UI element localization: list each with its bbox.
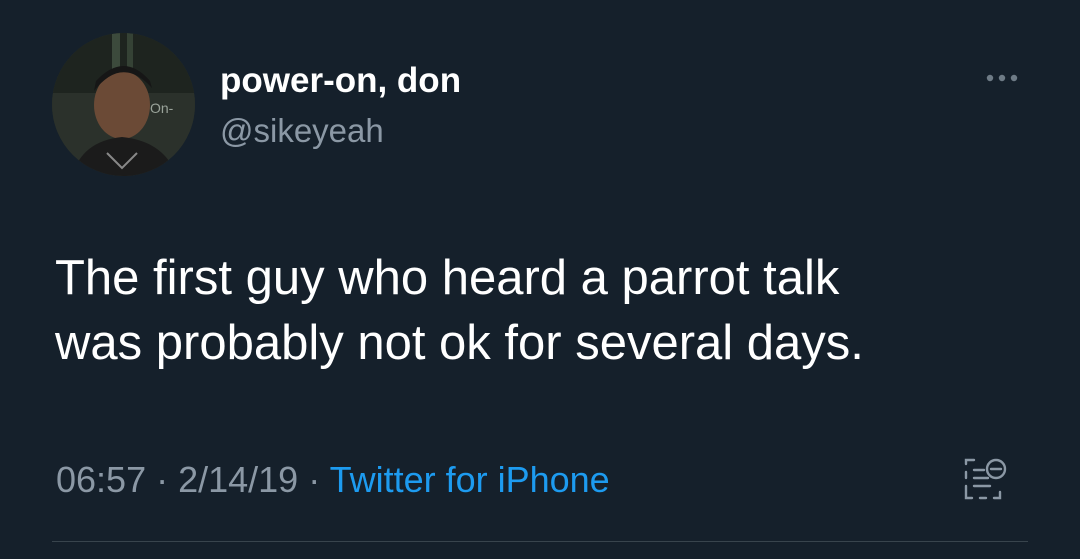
- meta-separator: ·: [298, 459, 330, 500]
- tweet-text: The first guy who heard a parrot talk wa…: [55, 246, 1035, 376]
- tweet-date[interactable]: 2/14/19: [178, 459, 298, 500]
- avatar[interactable]: On-: [52, 33, 195, 176]
- avatar-photo-icon: On-: [52, 33, 195, 176]
- display-name[interactable]: power-on, don: [220, 60, 461, 102]
- divider: [52, 541, 1028, 542]
- more-horizontal-icon[interactable]: [982, 66, 1022, 90]
- svg-text:On-: On-: [150, 100, 174, 116]
- tweet-card: On- power-on, don @sikeyeah The first gu…: [0, 0, 1080, 559]
- tweet-meta: 06:57 · 2/14/19 · Twitter for iPhone: [56, 458, 610, 502]
- tweet-text-line: The first guy who heard a parrot talk: [55, 251, 840, 305]
- tweet-text-line: was probably not ok for several days.: [55, 316, 864, 370]
- meta-separator: ·: [146, 459, 179, 500]
- user-handle[interactable]: @sikeyeah: [220, 111, 384, 151]
- tweet-source-link[interactable]: Twitter for iPhone: [330, 459, 610, 500]
- tweet-time[interactable]: 06:57: [56, 459, 146, 500]
- analytics-icon[interactable]: [962, 456, 1008, 502]
